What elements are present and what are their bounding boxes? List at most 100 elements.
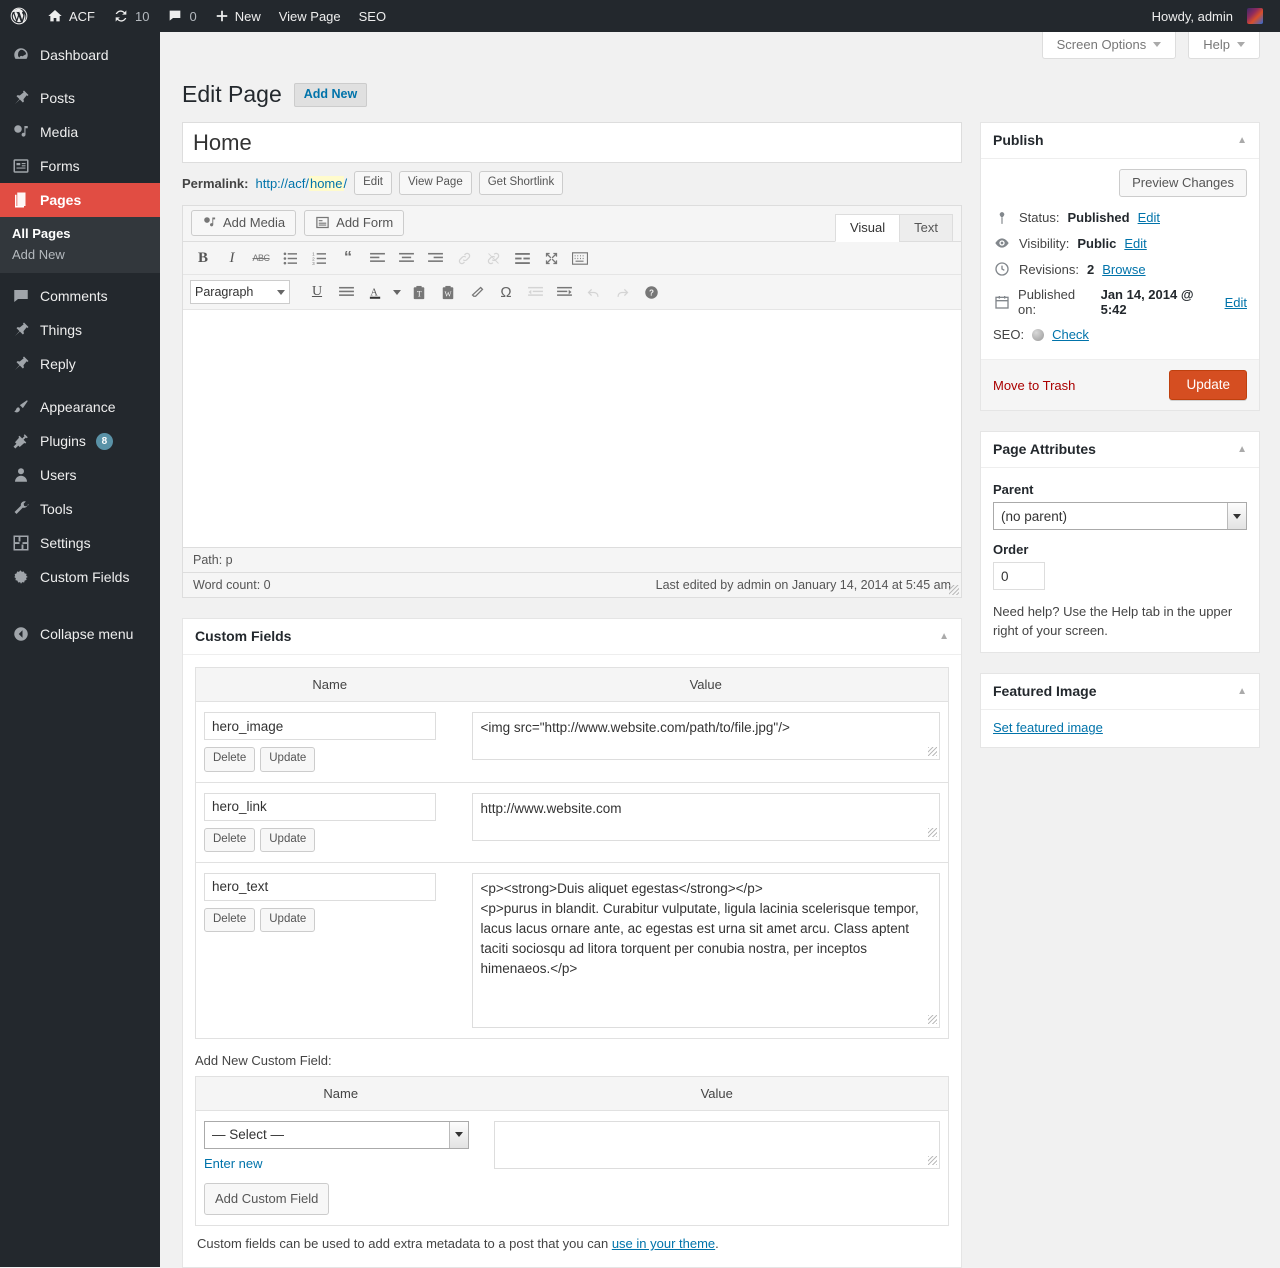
resize-grip[interactable] [928, 1014, 937, 1024]
update-button[interactable]: Update [260, 827, 316, 852]
update-button[interactable]: Update [260, 747, 316, 772]
my-account-menu[interactable]: Howdy, admin [1143, 0, 1272, 32]
get-shortlink-button[interactable]: Get Shortlink [478, 171, 564, 196]
custom-fields-header[interactable]: Custom Fields ▲ [183, 619, 961, 656]
unlink-icon[interactable] [480, 247, 506, 269]
use-in-your-theme-link[interactable]: use in your theme [612, 1236, 715, 1251]
align-right-icon[interactable] [422, 247, 448, 269]
clear-formatting-icon[interactable] [464, 281, 490, 303]
sidebar-item-custom-fields[interactable]: Custom Fields [0, 560, 160, 594]
tab-text[interactable]: Text [899, 214, 953, 243]
menu-order-input[interactable] [993, 562, 1045, 590]
resize-grip[interactable] [928, 747, 937, 757]
unordered-list-icon[interactable] [277, 247, 303, 269]
seo-check-link[interactable]: Check [1052, 327, 1089, 342]
sidebar-item-settings[interactable]: Settings [0, 526, 160, 560]
sidebar-item-tools[interactable]: Tools [0, 492, 160, 526]
move-to-trash-link[interactable]: Move to Trash [993, 378, 1075, 393]
custom-field-name-input[interactable] [204, 712, 436, 741]
sidebar-item-comments[interactable]: Comments [0, 279, 160, 313]
view-page-menu[interactable]: View Page [270, 0, 350, 32]
edit-visibility-link[interactable]: Edit [1124, 236, 1146, 251]
text-color-icon[interactable]: A [362, 281, 388, 303]
parent-page-select[interactable]: (no parent) [993, 502, 1247, 530]
blockquote-icon[interactable]: “ [335, 247, 361, 269]
new-content-menu[interactable]: New [206, 0, 270, 32]
kitchen-sink-icon[interactable] [567, 247, 593, 269]
sidebar-item-forms[interactable]: Forms [0, 149, 160, 183]
delete-button[interactable]: Delete [204, 827, 256, 852]
sidebar-item-dashboard[interactable]: Dashboard [0, 38, 160, 72]
underline-icon[interactable]: U [304, 281, 330, 303]
paragraph-format-select[interactable]: Paragraph [190, 280, 290, 305]
outdent-icon[interactable] [522, 281, 548, 303]
editor-resize-handle[interactable] [949, 585, 959, 596]
update-button[interactable]: Update [260, 907, 316, 932]
featured-image-header[interactable]: Featured Image ▲ [981, 674, 1259, 710]
special-character-icon[interactable]: Ω [493, 281, 519, 303]
custom-field-name-input[interactable] [204, 872, 436, 901]
preview-changes-button[interactable]: Preview Changes [1119, 169, 1247, 197]
tab-visual[interactable]: Visual [834, 214, 901, 243]
sidebar-item-things[interactable]: Things [0, 313, 160, 347]
edit-status-link[interactable]: Edit [1138, 210, 1160, 225]
custom-field-name-select[interactable]: — Select — [204, 1120, 469, 1149]
add-new-page-button[interactable]: Add New [293, 82, 368, 107]
custom-field-value-textarea[interactable]: http://www.website.com [471, 792, 940, 841]
more-tag-icon[interactable] [509, 247, 535, 269]
sidebar-item-posts[interactable]: Posts [0, 81, 160, 115]
screen-options-button[interactable]: Screen Options [1041, 32, 1177, 59]
delete-button[interactable]: Delete [204, 747, 256, 772]
add-media-button[interactable]: Add Media [191, 210, 297, 237]
sidebar-item-pages[interactable]: Pages [0, 183, 168, 217]
text-color-dropdown-icon[interactable] [391, 281, 403, 303]
add-form-button[interactable]: Add Form [304, 210, 405, 237]
view-page-button[interactable]: View Page [398, 171, 472, 196]
site-name-menu[interactable]: ACF [38, 0, 104, 32]
paste-as-text-icon[interactable]: T [406, 281, 432, 303]
align-center-icon[interactable] [393, 247, 419, 269]
update-button[interactable]: Update [1169, 370, 1247, 400]
set-featured-image-link[interactable]: Set featured image [993, 720, 1103, 735]
paste-from-word-icon[interactable]: W [435, 281, 461, 303]
permalink-url[interactable]: http://acf/home/ [255, 175, 347, 191]
add-custom-field-button[interactable]: Add Custom Field [204, 1182, 330, 1216]
publish-box-header[interactable]: Publish ▲ [981, 123, 1259, 159]
updates-menu[interactable]: 10 [104, 0, 158, 32]
post-title-input[interactable] [182, 122, 962, 163]
align-left-icon[interactable] [364, 247, 390, 269]
sidebar-item-reply[interactable]: Reply [0, 347, 160, 381]
toggle-panel-icon[interactable]: ▲ [1237, 686, 1247, 697]
sidebar-item-plugins[interactable]: Plugins 8 [0, 424, 160, 458]
editor-content-area[interactable] [183, 310, 961, 548]
ordered-list-icon[interactable]: 123 [306, 247, 332, 269]
enter-new-link[interactable]: Enter new [204, 1156, 263, 1171]
fullscreen-icon[interactable] [538, 247, 564, 269]
edit-permalink-button[interactable]: Edit [354, 171, 392, 196]
custom-field-name-input[interactable] [204, 792, 436, 821]
justify-icon[interactable] [333, 281, 359, 303]
insert-link-icon[interactable] [451, 247, 477, 269]
redo-icon[interactable] [609, 281, 635, 303]
sidebar-item-media[interactable]: Media [0, 115, 160, 149]
indent-icon[interactable] [551, 281, 577, 303]
new-custom-field-value-textarea[interactable] [493, 1120, 940, 1169]
wp-logo-menu[interactable] [0, 0, 38, 32]
sidebar-item-all-pages[interactable]: All Pages [0, 223, 160, 244]
browse-revisions-link[interactable]: Browse [1102, 262, 1145, 277]
help-icon[interactable]: ? [638, 281, 664, 303]
undo-icon[interactable] [580, 281, 606, 303]
edit-published-link[interactable]: Edit [1225, 295, 1247, 310]
sidebar-item-add-new[interactable]: Add New [0, 244, 160, 265]
seo-menu[interactable]: SEO [350, 0, 395, 32]
sidebar-item-appearance[interactable]: Appearance [0, 390, 160, 424]
help-button[interactable]: Help [1188, 32, 1260, 59]
italic-icon[interactable]: I [219, 247, 245, 269]
page-attributes-header[interactable]: Page Attributes ▲ [981, 432, 1259, 468]
custom-field-value-textarea[interactable]: <img src="http://www.website.com/path/to… [471, 712, 940, 761]
toggle-panel-icon[interactable]: ▲ [1237, 444, 1247, 455]
resize-grip[interactable] [928, 827, 937, 837]
toggle-panel-icon[interactable]: ▲ [1237, 135, 1247, 146]
bold-icon[interactable]: B [190, 247, 216, 269]
collapse-menu-button[interactable]: Collapse menu [0, 617, 160, 651]
